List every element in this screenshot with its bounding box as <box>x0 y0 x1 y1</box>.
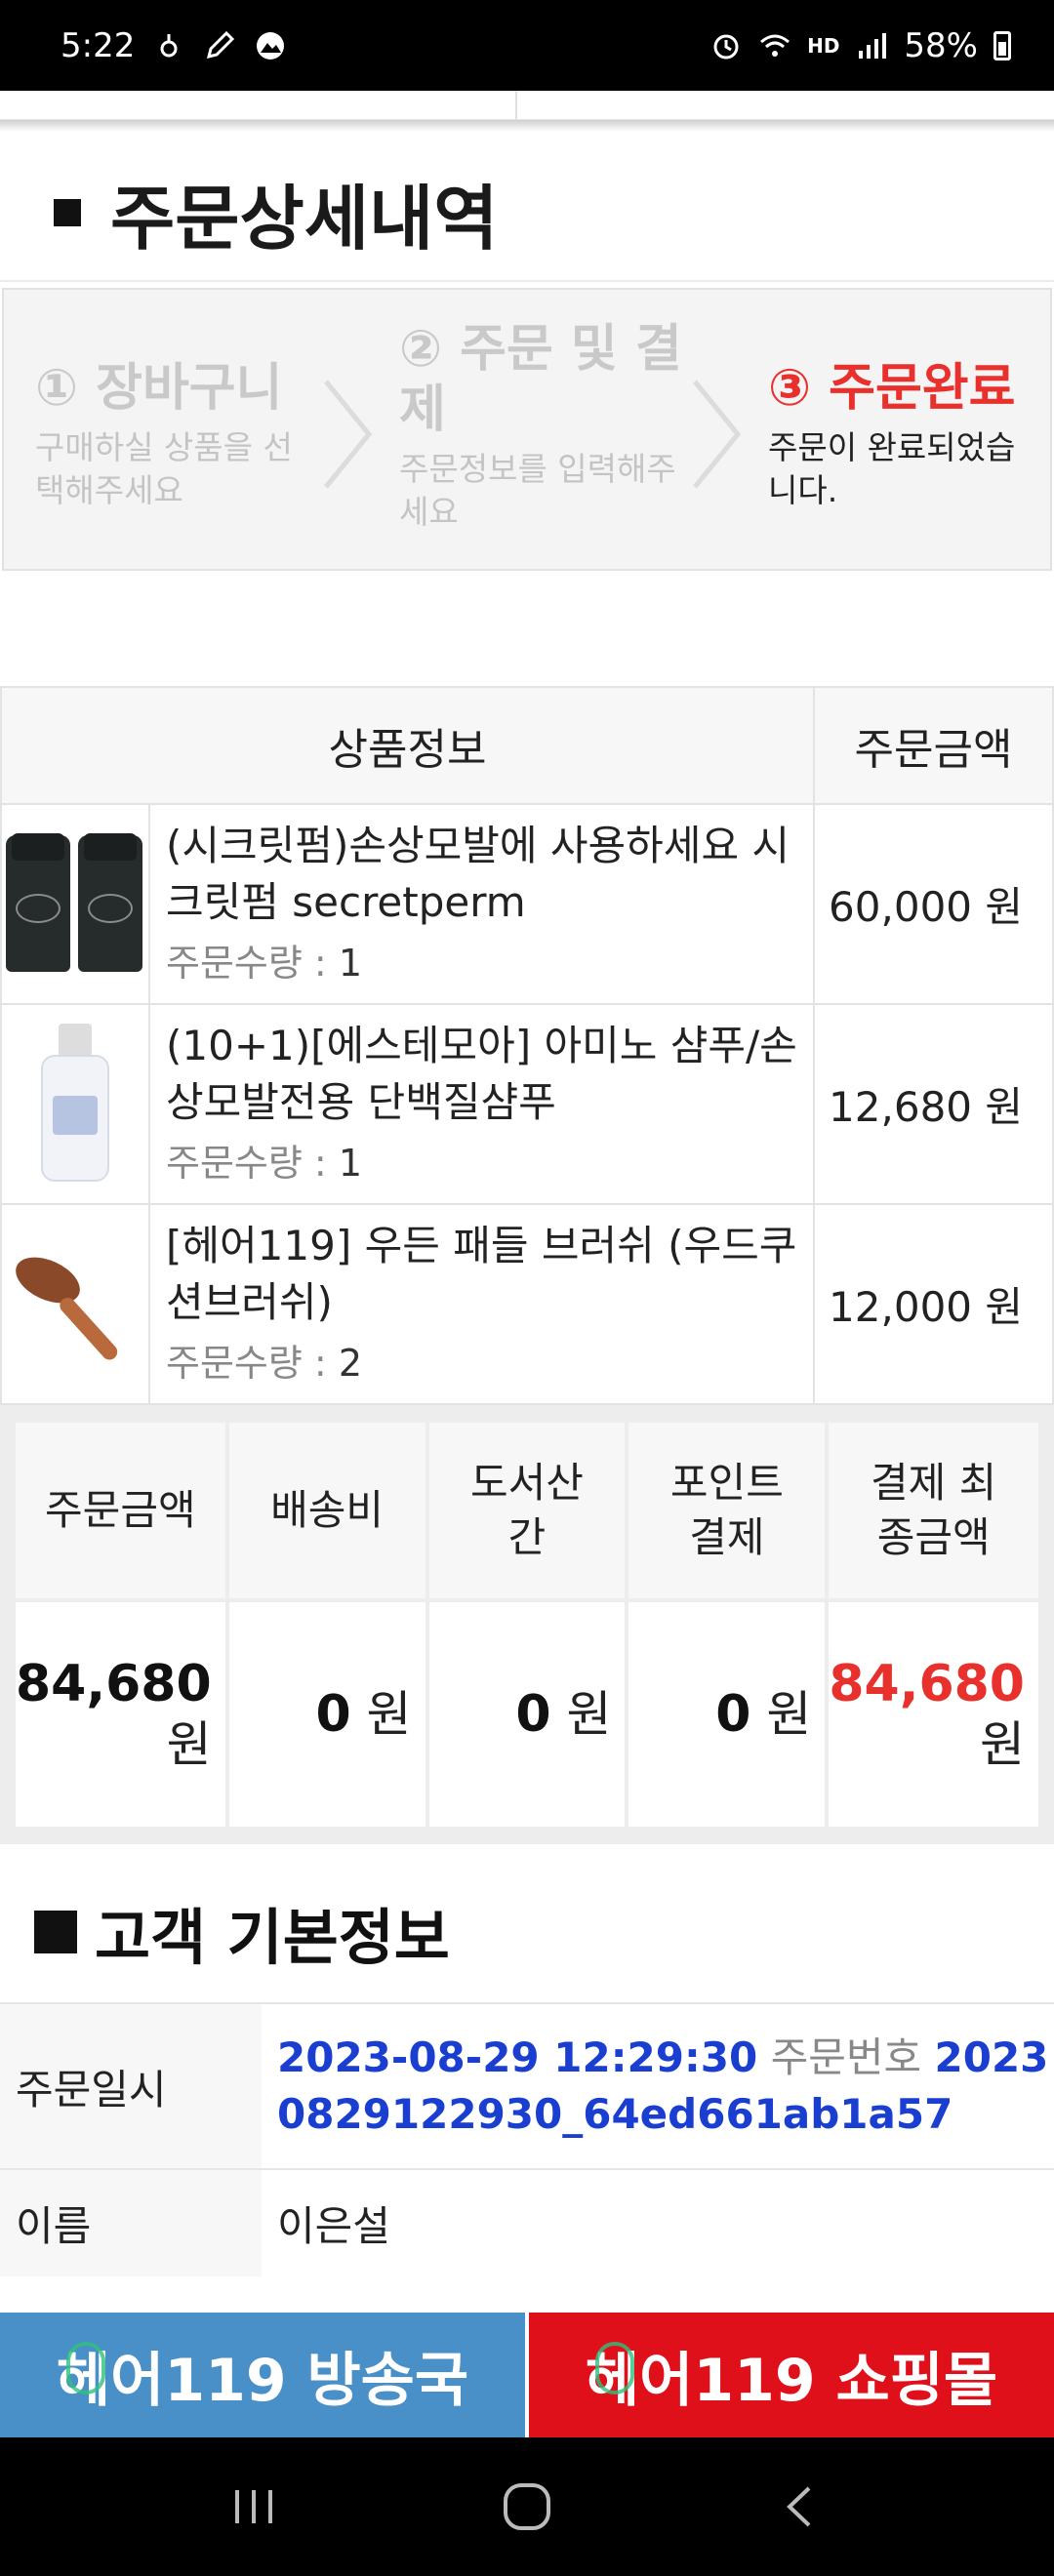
recent-apps-button[interactable] <box>224 2477 283 2536</box>
back-button[interactable] <box>771 2477 830 2536</box>
signal-icon <box>859 32 887 59</box>
square-bullet-icon <box>34 1911 77 1953</box>
battery-icon <box>993 30 1011 60</box>
mic-icon <box>66 2342 105 2395</box>
top-strip <box>0 91 1054 120</box>
qty-label: 주문수량 : <box>166 1141 339 1185</box>
status-bar: 5:22 HD 58% <box>0 0 1054 91</box>
notification-icon <box>160 33 178 57</box>
chevron-right-icon <box>693 380 742 489</box>
step-title: ② 주문 및 결제 <box>399 320 682 439</box>
total-header-remote: 도서산간 <box>428 1423 626 1598</box>
broadcast-banner-button[interactable]: 헤어119 방송국 <box>0 2313 525 2437</box>
square-bullet-icon <box>54 198 81 226</box>
product-price: 12,680 원 <box>813 1003 1054 1205</box>
product-qty: 주문수량 : 2 <box>150 1335 813 1391</box>
table-row[interactable]: [헤어119] 우든 패들 브러쉬 (우드쿠션브러쉬) 주문수량 : 2 12,… <box>0 1203 1054 1405</box>
order-steps: ① 장바구니 구매하실 상품을 선택해주세요 ② 주문 및 결제 주문정보를 입… <box>2 288 1052 571</box>
amount-unit: 원 <box>980 1716 1025 1773</box>
system-nav-bar <box>0 2437 1054 2576</box>
table-row[interactable]: (시크릿펌)손상모발에 사용하세요 시크릿펌 secretperm 주문수량 :… <box>0 803 1054 1005</box>
total-points-value: 0 원 <box>628 1602 826 1827</box>
amount-unit: 원 <box>366 1686 412 1743</box>
product-table: 상품정보 주문금액 (시크릿펌)손상모발에 사용하세요 시크릿펌 secretp… <box>0 686 1054 1405</box>
shop-banner-label: 헤어119 쇼핑몰 <box>585 2346 998 2415</box>
chevron-right-icon <box>324 380 373 489</box>
name-label: 이름 <box>0 2168 262 2276</box>
total-shipping-value: 0 원 <box>228 1602 426 1827</box>
step-title: ③ 주문완료 <box>768 359 1016 418</box>
back-icon <box>787 2486 811 2527</box>
amount-unit: 원 <box>566 1686 612 1743</box>
gallery-icon <box>257 31 285 60</box>
name-value: 이은설 <box>262 2168 1054 2276</box>
home-icon <box>504 2483 550 2530</box>
amount-number: 0 <box>515 1685 551 1744</box>
mic-icon <box>595 2342 634 2395</box>
secretperm-bottles-image[interactable] <box>2 831 148 978</box>
hd-voice-label: HD <box>807 33 840 58</box>
amount-unit: 원 <box>166 1716 212 1773</box>
table-row[interactable]: (10+1)[에스테모아] 아미노 샴푸/손상모발전용 단백질샴푸 주문수량 :… <box>0 1003 1054 1205</box>
product-name[interactable]: (시크릿펌)손상모발에 사용하세요 시크릿펌 secretperm <box>150 818 813 931</box>
amount-number: 84,680 <box>16 1655 212 1713</box>
status-time: 5:22 <box>61 25 136 65</box>
order-date-value: 2023-08-29 12:29:30 <box>277 2033 758 2081</box>
column-header-product: 상품정보 <box>0 686 815 805</box>
amount-number: 0 <box>715 1685 751 1744</box>
wifi-icon <box>760 34 790 57</box>
total-header-final: 결제 최종금액 <box>829 1423 1038 1598</box>
pencil-icon <box>207 30 235 59</box>
broadcast-banner-label: 헤어119 방송국 <box>56 2346 469 2415</box>
column-header-amount: 주문금액 <box>813 686 1054 805</box>
customer-section-title: 고객 기본정보 <box>34 1888 450 1976</box>
qty-label: 주문수량 : <box>166 941 339 985</box>
total-order-value: 84,680 원 <box>16 1602 225 1827</box>
product-name[interactable]: [헤어119] 우든 패들 브러쉬 (우드쿠션브러쉬) <box>150 1218 813 1331</box>
order-date-label: 주문일시 <box>0 2002 262 2169</box>
product-qty: 주문수량 : 1 <box>150 935 813 991</box>
recent-apps-icon <box>235 2490 272 2523</box>
step-title: ① 장바구니 <box>35 359 283 418</box>
step-checkout: ② 주문 및 결제 주문정보를 입력해주세요 <box>399 319 692 534</box>
shampoo-bottle-image[interactable] <box>2 1012 148 1197</box>
qty-value: 1 <box>338 941 362 985</box>
customer-info-table: 주문일시 2023-08-29 12:29:30 주문번호 2023082912… <box>0 2002 1054 2276</box>
total-header-order: 주문금액 <box>16 1423 225 1598</box>
product-price: 60,000 원 <box>813 803 1054 1005</box>
wooden-brush-image[interactable] <box>2 1231 148 1378</box>
total-final-value: 84,680 원 <box>829 1602 1038 1827</box>
product-price: 12,000 원 <box>813 1203 1054 1405</box>
alarm-icon <box>713 34 739 59</box>
bottom-banners: 헤어119 방송국 헤어119 쇼핑몰 <box>0 2313 1054 2437</box>
qty-value: 1 <box>338 1141 362 1185</box>
page-title: 주문상세내역 <box>54 161 498 263</box>
step-cart: ① 장바구니 구매하실 상품을 선택해주세요 <box>35 358 318 512</box>
step-desc: 주문정보를 입력해주세요 <box>399 450 676 531</box>
total-header-shipping: 배송비 <box>228 1423 426 1598</box>
step-desc: 주문이 완료되었습니다. <box>768 428 1016 509</box>
battery-percent: 58% <box>904 25 978 65</box>
product-name[interactable]: (10+1)[에스테모아] 아미노 샴푸/손상모발전용 단백질샴푸 <box>150 1018 813 1131</box>
amount-unit: 원 <box>766 1686 812 1743</box>
amount-number: 0 <box>315 1685 351 1744</box>
qty-value: 2 <box>338 1341 362 1385</box>
order-totals: 주문금액 배송비 도서산간 포인트결제 결제 최종금액 84,680 원 0 원… <box>0 1405 1054 1844</box>
qty-label: 주문수량 : <box>166 1341 339 1385</box>
product-qty: 주문수량 : 1 <box>150 1135 813 1191</box>
order-number-label: 주문번호 <box>770 2033 922 2081</box>
amount-number: 84,680 <box>829 1655 1025 1713</box>
total-header-points: 포인트결제 <box>628 1423 826 1598</box>
shop-banner-button[interactable]: 헤어119 쇼핑몰 <box>525 2313 1054 2437</box>
home-button[interactable] <box>498 2477 556 2536</box>
step-desc: 구매하실 상품을 선택해주세요 <box>35 428 293 509</box>
step-complete: ③ 주문완료 주문이 완료되었습니다. <box>768 358 1032 512</box>
page-title-text: 주문상세내역 <box>110 178 499 260</box>
customer-section-title-text: 고객 기본정보 <box>95 1902 450 1973</box>
total-remote-value: 0 원 <box>428 1602 626 1827</box>
